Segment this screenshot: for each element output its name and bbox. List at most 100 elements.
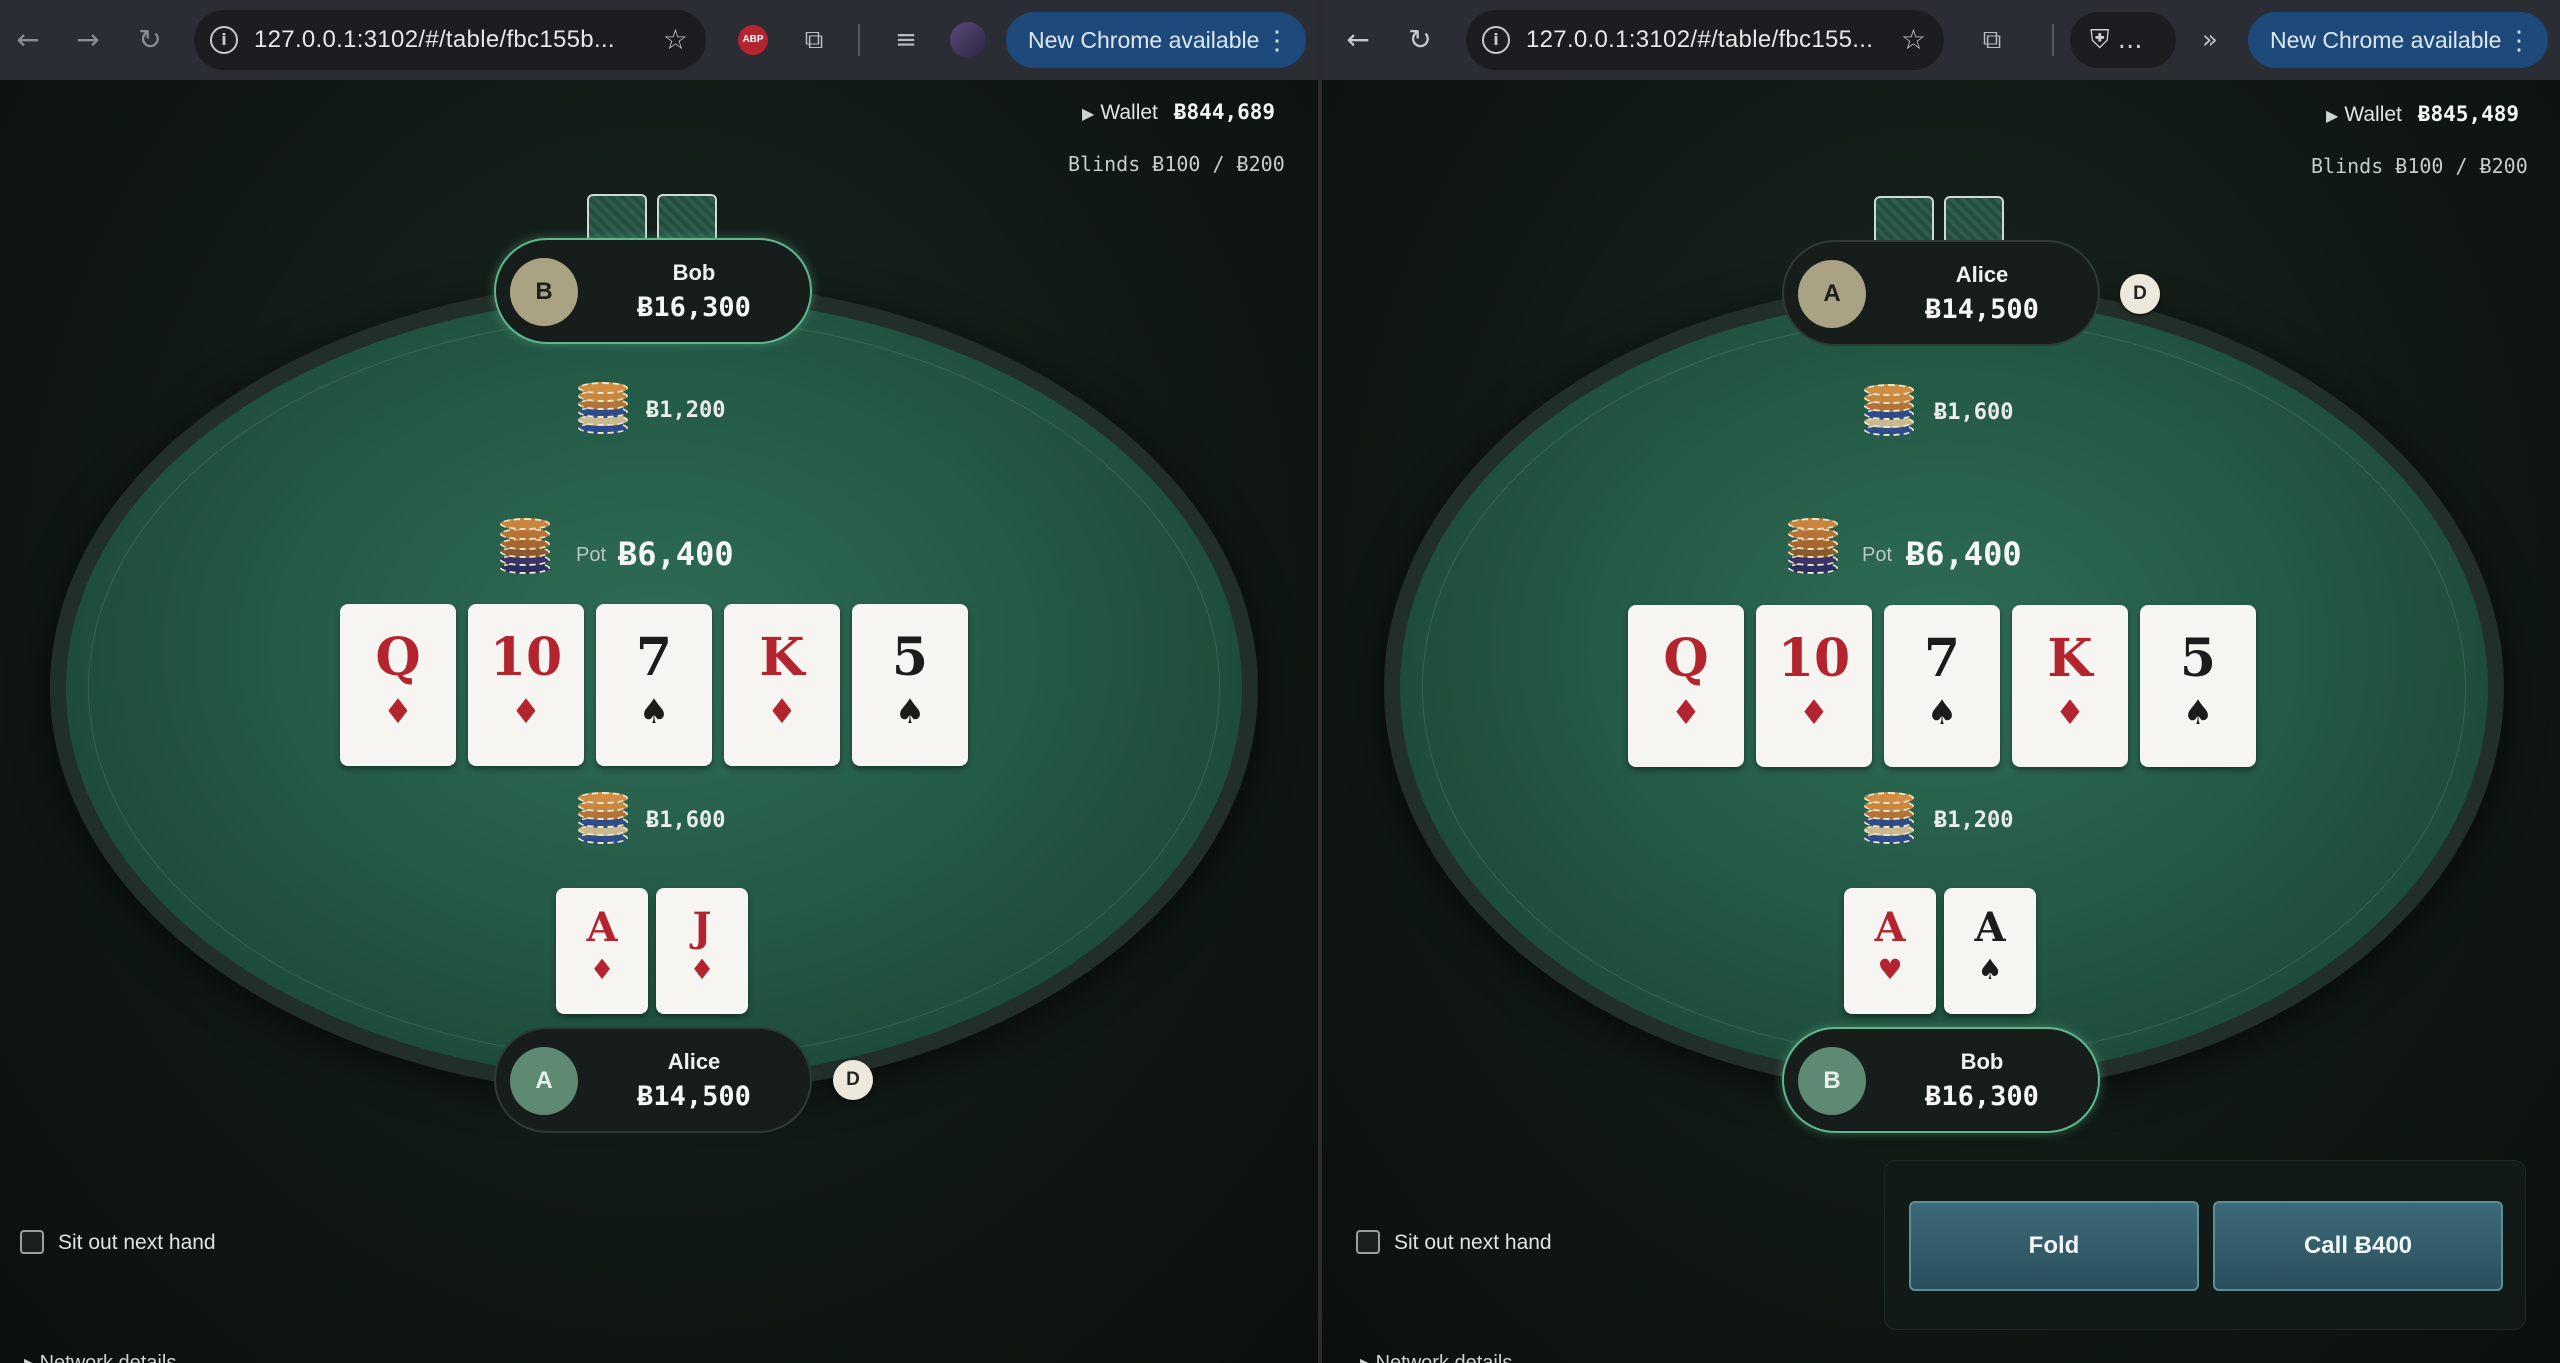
fold-button[interactable]: Fold: [1909, 1201, 2199, 1291]
expand-triangle-icon: ▶: [1082, 106, 1095, 123]
player-stack: Ƀ14,500: [637, 1081, 751, 1112]
wallet-toggle[interactable]: ▶ Wallet Ƀ844,689: [1082, 100, 1275, 125]
address-bar[interactable]: i 127.0.0.1:3102/#/table/fbc155... ☆: [1466, 10, 1944, 70]
network-details-toggle[interactable]: ▸ Network details: [1360, 1350, 1512, 1363]
card-rank: Q: [375, 627, 421, 688]
profile-avatar-icon[interactable]: [950, 22, 986, 58]
card-rank: 10: [1777, 628, 1851, 689]
dealer-button: D: [833, 1060, 873, 1100]
card-rank: Q: [1663, 628, 1709, 689]
player-name: Bob: [672, 260, 716, 285]
dealer-button: D: [2120, 274, 2160, 314]
checkbox-box[interactable]: [1356, 1230, 1380, 1254]
incognito-profile-button[interactable]: ⛨ ...: [2070, 12, 2176, 68]
card-rank: 5: [891, 627, 929, 688]
network-details-toggle[interactable]: ▸ Network details: [24, 1350, 176, 1363]
sit-out-checkbox[interactable]: Sit out next hand: [20, 1230, 216, 1255]
reload-icon[interactable]: ↻: [1400, 20, 1440, 60]
wallet-amount: Ƀ844,689: [1173, 100, 1276, 124]
card-rank: J: [692, 904, 712, 951]
card-rank: K: [2047, 628, 2093, 689]
site-info-icon[interactable]: i: [1482, 26, 1510, 54]
pot-amount: Ƀ6,400: [1906, 535, 2022, 573]
hole-card: A ♥: [1844, 888, 1936, 1014]
menu-kebab-icon[interactable]: ⋮: [2506, 12, 2532, 68]
url-text: 127.0.0.1:3102/#/table/fbc155b...: [254, 26, 615, 53]
toolbar-separator: [858, 24, 860, 56]
card-suit-icon: ♦: [689, 953, 715, 986]
opponent-card-back: [1944, 196, 2004, 242]
card-suit-icon: ♦: [510, 692, 542, 732]
seat-bottom: B Bob Ƀ16,300: [1782, 1027, 2100, 1133]
card-suit-icon: ♦: [2054, 693, 2086, 733]
action-panel: Fold Call Ƀ400: [1884, 1160, 2526, 1330]
call-button[interactable]: Call Ƀ400: [2213, 1201, 2503, 1291]
player-avatar: A: [510, 1047, 578, 1115]
wallet-label: Wallet: [1100, 101, 1158, 124]
blinds-info: Blinds Ƀ100 / Ƀ200: [1068, 152, 1285, 176]
pot-label: Pot: [576, 544, 607, 566]
browser-window-left: ← → ↻ i 127.0.0.1:3102/#/table/fbc155b..…: [0, 0, 1318, 1363]
pot-amount: Ƀ6,400: [618, 535, 734, 573]
card-rank: A: [1974, 904, 2006, 951]
card-rank: A: [1874, 904, 1906, 951]
browser-toolbar: ← ↻ i 127.0.0.1:3102/#/table/fbc155... ☆…: [1322, 0, 2560, 80]
bet-chips-icon: [578, 382, 628, 438]
update-label: New Chrome available: [2270, 27, 2502, 53]
card-rank: 7: [635, 627, 673, 688]
browser-toolbar: ← → ↻ i 127.0.0.1:3102/#/table/fbc155b..…: [0, 0, 1318, 80]
player-name: Alice: [1955, 262, 2009, 287]
wallet-amount: Ƀ845,489: [2417, 102, 2520, 126]
back-icon[interactable]: ←: [1338, 20, 1378, 60]
wallet-label: Wallet: [2344, 103, 2402, 126]
card-rank: K: [759, 627, 805, 688]
board-card: K ♦: [724, 604, 840, 766]
card-suit-icon: ♥: [1877, 953, 1903, 986]
checkbox-box[interactable]: [20, 1230, 44, 1254]
card-rank: A: [586, 904, 618, 951]
new-chrome-available-button[interactable]: New Chrome available ⋮: [2248, 12, 2548, 68]
seat-top: B Bob Ƀ16,300: [494, 238, 812, 344]
media-controls-icon[interactable]: ≡: [888, 22, 924, 58]
expand-triangle-icon: ▶: [2326, 108, 2339, 125]
board-card: Q ♦: [1628, 605, 1744, 767]
wallet-toggle[interactable]: ▶ Wallet Ƀ845,489: [2326, 102, 2519, 127]
board-card: 7 ♠: [596, 604, 712, 766]
extensions-puzzle-icon[interactable]: ⧉: [796, 22, 832, 58]
bet-chips-icon: [578, 792, 628, 848]
player-name: Bob: [1960, 1049, 2004, 1074]
board-card: K ♦: [2012, 605, 2128, 767]
adblock-extension-icon[interactable]: ABP: [738, 25, 768, 55]
player-stack: Ƀ16,300: [1925, 1081, 2039, 1112]
seat-bottom: A Alice Ƀ14,500: [494, 1027, 812, 1133]
card-suit-icon: ♦: [382, 692, 414, 732]
incognito-label: ...: [2117, 25, 2143, 55]
back-icon[interactable]: ←: [8, 20, 48, 60]
top-bet-amount: Ƀ1,600: [1934, 400, 2014, 425]
card-suit-icon: ♠: [638, 692, 670, 732]
card-rank: 5: [2179, 628, 2217, 689]
bookmark-star-icon[interactable]: ☆: [1901, 10, 1926, 70]
opponent-card-back: [657, 194, 717, 240]
toolbar-separator: [2052, 24, 2054, 56]
address-bar[interactable]: i 127.0.0.1:3102/#/table/fbc155b... ☆: [194, 10, 706, 70]
new-chrome-available-button[interactable]: New Chrome available ⋮: [1006, 12, 1306, 68]
reload-icon[interactable]: ↻: [130, 20, 170, 60]
pot-label: Pot: [1862, 544, 1893, 566]
bookmark-star-icon[interactable]: ☆: [663, 10, 688, 70]
player-avatar: B: [1798, 1047, 1866, 1115]
sit-out-checkbox[interactable]: Sit out next hand: [1356, 1230, 1552, 1255]
site-info-icon[interactable]: i: [210, 26, 238, 54]
overflow-chevron-icon[interactable]: »: [2192, 22, 2228, 58]
top-bet-amount: Ƀ1,200: [646, 398, 726, 423]
pot-chips-icon: [1788, 518, 1838, 574]
extensions-puzzle-icon[interactable]: ⧉: [1974, 22, 2010, 58]
board-card: 10 ♦: [1756, 605, 1872, 767]
forward-icon[interactable]: →: [68, 20, 108, 60]
update-label: New Chrome available: [1028, 27, 1260, 53]
menu-kebab-icon[interactable]: ⋮: [1264, 12, 1290, 68]
bottom-bet-amount: Ƀ1,600: [646, 808, 726, 833]
player-stack: Ƀ16,300: [637, 292, 751, 323]
card-rank: 10: [489, 627, 563, 688]
hole-card: A ♠: [1944, 888, 2036, 1014]
